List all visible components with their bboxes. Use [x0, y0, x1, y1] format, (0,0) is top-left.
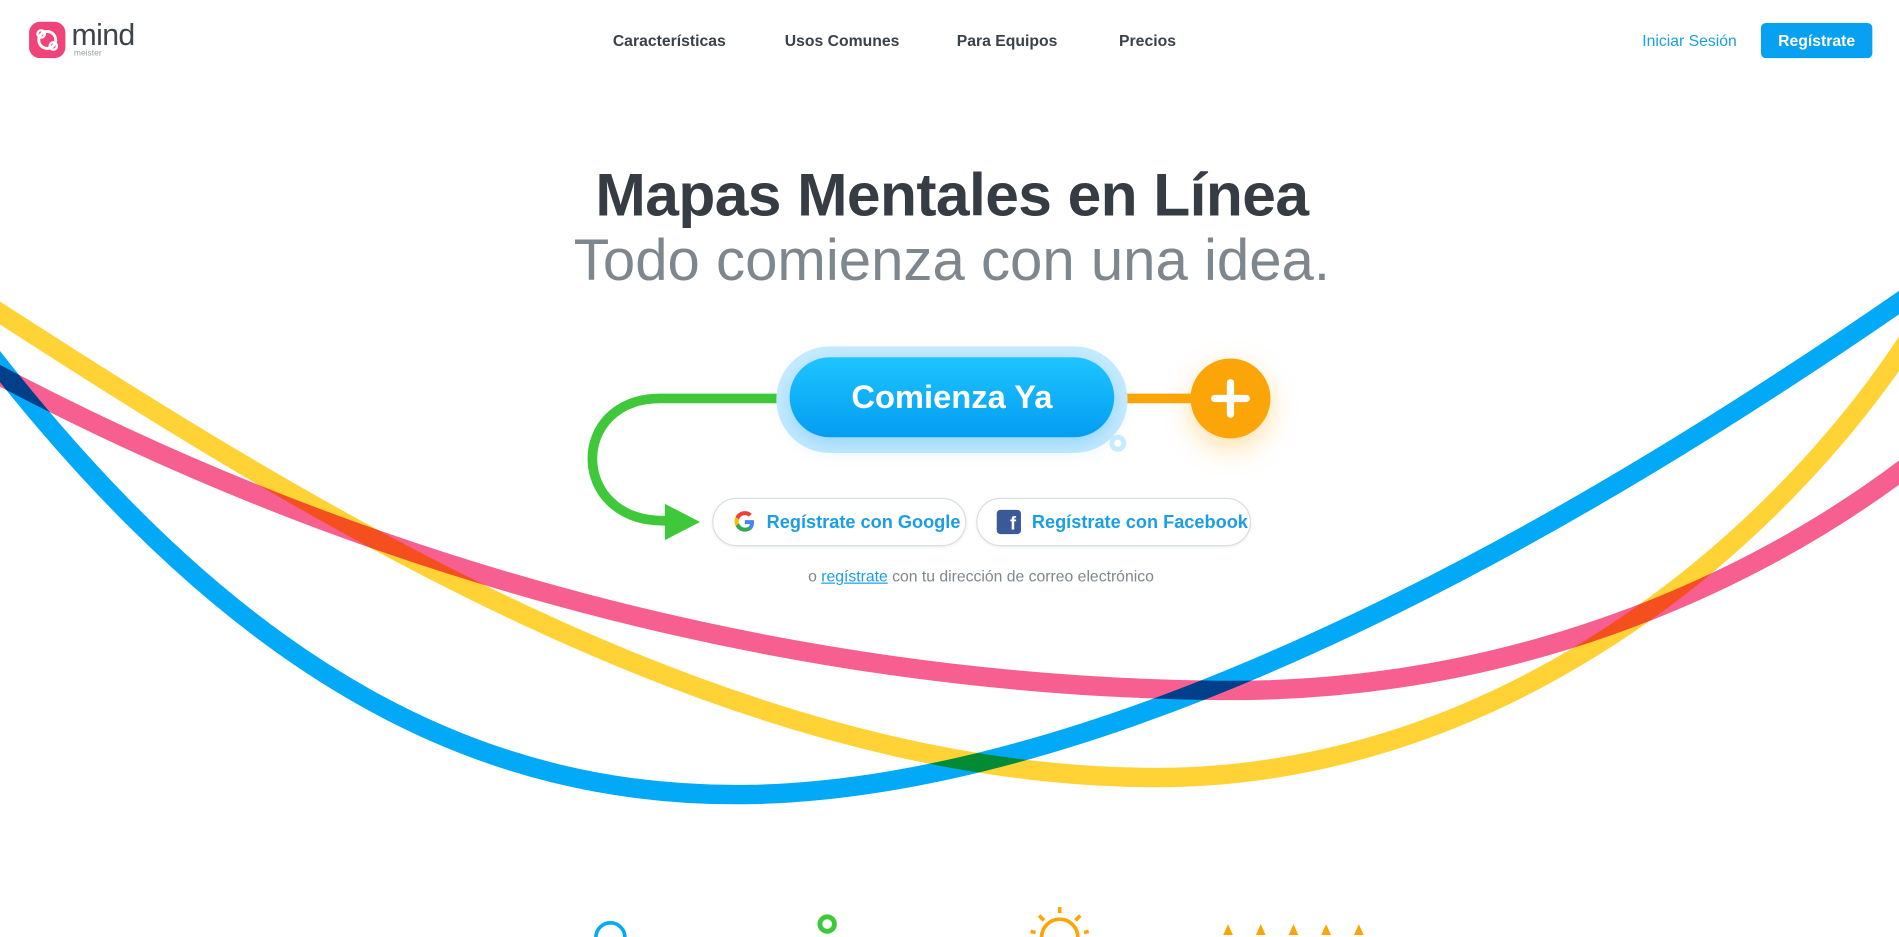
page-subtitle: Todo comienza con una idea. — [573, 228, 1331, 294]
login-link[interactable]: Iniciar Sesión — [1642, 31, 1737, 49]
facebook-signup-button[interactable]: f Regístrate con Facebook — [976, 497, 1252, 547]
google-signup-label: Regístrate con Google — [766, 511, 961, 533]
sun-icon — [1030, 907, 1090, 937]
plus-icon — [1211, 379, 1250, 418]
stars-icon — [1223, 924, 1364, 935]
nav-precios[interactable]: Precios — [1119, 31, 1176, 49]
decorative-curves — [0, 290, 1899, 937]
google-icon — [734, 511, 755, 532]
start-now-button[interactable]: Comienza Ya — [789, 357, 1115, 438]
plus-button[interactable] — [1190, 358, 1271, 439]
pin-icon — [817, 914, 837, 934]
google-signup-button[interactable]: Regístrate con Google — [712, 497, 967, 547]
nav-para-equipos[interactable]: Para Equipos — [957, 31, 1058, 49]
signup-button[interactable]: Regístrate — [1760, 23, 1873, 59]
email-signup-text: o regístrate con tu dirección de correo … — [0, 567, 1899, 585]
main-nav: Características Usos Comunes Para Equipo… — [0, 31, 1899, 55]
feature-icons — [594, 907, 1364, 937]
nav-caracteristicas[interactable]: Características — [613, 31, 726, 49]
nav-usos-comunes[interactable]: Usos Comunes — [785, 31, 900, 49]
email-suffix: con tu dirección de correo electrónico — [887, 566, 1154, 585]
email-signup-link[interactable]: regístrate — [821, 567, 888, 585]
page: mind meister Características Usos Comune… — [0, 0, 1899, 937]
circle-outline-icon — [594, 921, 627, 937]
page-title: Mapas Mentales en Línea — [595, 161, 1309, 229]
facebook-icon: f — [996, 509, 1021, 535]
facebook-signup-label: Regístrate con Facebook — [1031, 511, 1248, 533]
email-prefix: o — [808, 566, 822, 585]
cta-connector-knob — [1109, 434, 1127, 452]
arrow-icon — [664, 503, 701, 541]
